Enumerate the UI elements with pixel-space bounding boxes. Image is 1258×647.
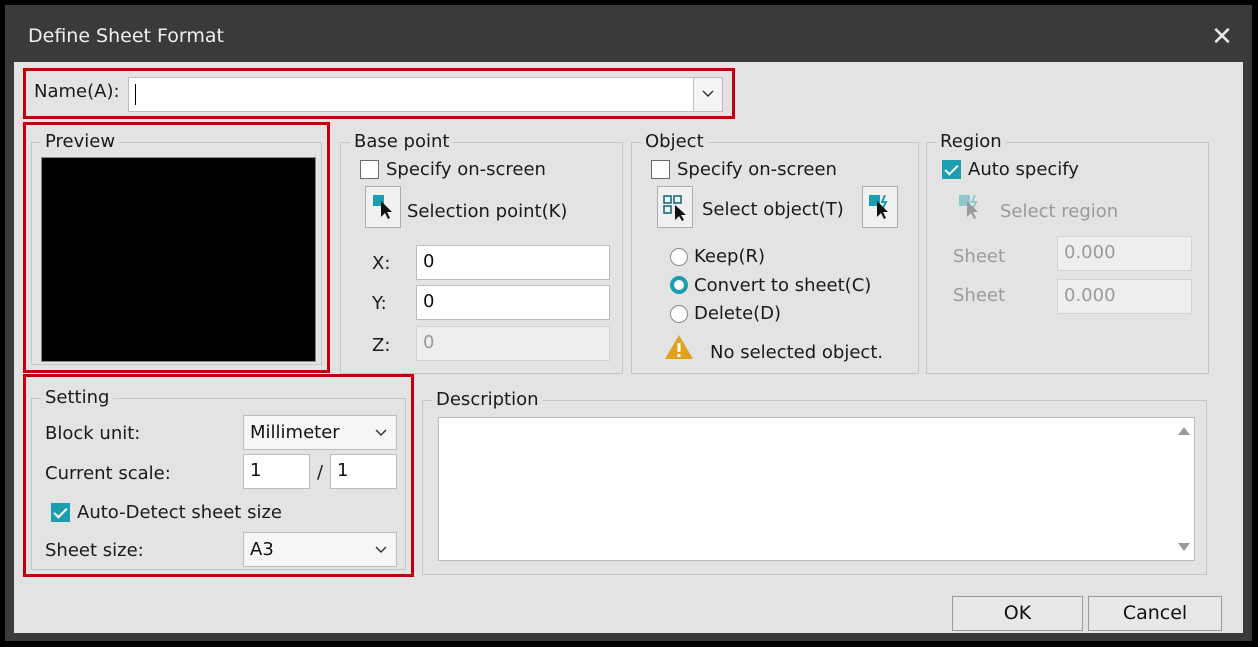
y-input[interactable]: 0 <box>416 285 610 320</box>
select-object-label: Select object(T) <box>702 199 844 220</box>
setting-label: Setting <box>41 387 114 408</box>
scale-denominator-input[interactable]: 1 <box>330 454 397 489</box>
dialog-window: Define Sheet Format ✕ Name(A): Preview B… <box>5 5 1252 641</box>
selection-point-button[interactable] <box>365 186 401 228</box>
delete-label: Delete(D) <box>694 303 782 324</box>
chevron-down-icon <box>702 90 714 98</box>
description-scrollbar[interactable] <box>1174 418 1194 560</box>
cancel-button[interactable]: Cancel <box>1088 596 1222 631</box>
select-object-button[interactable] <box>657 186 693 228</box>
description-textarea[interactable] <box>438 417 1195 561</box>
sheet1-input: 0.000 <box>1057 236 1192 271</box>
sheet-size-label: Sheet size: <box>45 540 144 561</box>
pick-point-icon <box>373 195 392 219</box>
scale-numerator-input[interactable]: 1 <box>243 454 310 489</box>
convert-radio[interactable] <box>670 276 688 294</box>
select-region-label: Select region <box>1000 201 1119 222</box>
base-point-specify-label: Specify on-screen <box>386 159 546 180</box>
selection-point-label: Selection point(K) <box>407 201 568 222</box>
preview-canvas <box>41 157 316 362</box>
auto-specify-checkbox[interactable] <box>942 160 961 179</box>
window-title: Define Sheet Format <box>28 25 224 47</box>
scroll-down-icon[interactable] <box>1178 543 1190 551</box>
close-icon[interactable]: ✕ <box>1202 19 1242 55</box>
quick-select-icon <box>869 195 888 219</box>
sheet2-label: Sheet <box>953 285 1006 306</box>
name-label: Name(A): <box>34 81 120 102</box>
quick-select-button[interactable] <box>862 186 898 228</box>
name-dropdown-button[interactable] <box>693 78 722 111</box>
scroll-up-icon[interactable] <box>1178 427 1190 435</box>
keep-label: Keep(R) <box>694 246 766 267</box>
keep-radio[interactable] <box>670 248 688 266</box>
title-bar[interactable]: Define Sheet Format ✕ <box>5 5 1252 62</box>
sheet-size-select[interactable]: A3 <box>243 532 397 567</box>
block-unit-label: Block unit: <box>45 423 141 444</box>
sheet2-input: 0.000 <box>1057 279 1192 314</box>
region-label: Region <box>936 131 1006 152</box>
preview-label: Preview <box>41 131 120 152</box>
chevron-down-icon <box>375 429 387 437</box>
sheet-size-value: A3 <box>250 539 274 560</box>
base-point-label: Base point <box>350 131 454 152</box>
sheet1-label: Sheet <box>953 246 1006 267</box>
warning-icon <box>665 335 693 359</box>
object-label: Object <box>641 131 708 152</box>
y-label: Y: <box>372 293 387 314</box>
auto-detect-label: Auto-Detect sheet size <box>77 502 282 523</box>
text-caret <box>135 84 136 105</box>
z-label: Z: <box>372 335 391 356</box>
z-input: 0 <box>416 326 610 361</box>
dialog-client: Name(A): Preview Base point Specify on-s… <box>14 62 1243 633</box>
x-label: X: <box>372 253 391 274</box>
object-status: No selected object. <box>710 342 884 363</box>
select-region-icon <box>959 195 978 219</box>
block-unit-value: Millimeter <box>250 422 340 443</box>
delete-radio[interactable] <box>670 305 688 323</box>
block-unit-select[interactable]: Millimeter <box>243 415 397 450</box>
select-object-icon <box>663 195 686 221</box>
current-scale-label: Current scale: <box>45 463 171 484</box>
name-combobox[interactable] <box>128 77 723 112</box>
ok-button[interactable]: OK <box>952 596 1083 631</box>
select-region-button <box>952 186 988 228</box>
object-specify-label: Specify on-screen <box>677 159 837 180</box>
scale-separator: / <box>317 462 324 483</box>
object-specify-checkbox[interactable] <box>651 160 670 179</box>
description-label: Description <box>432 389 543 410</box>
convert-label: Convert to sheet(C) <box>694 275 872 296</box>
chevron-down-icon <box>375 546 387 554</box>
x-input[interactable]: 0 <box>416 245 610 280</box>
base-point-specify-checkbox[interactable] <box>360 160 379 179</box>
auto-detect-checkbox[interactable] <box>51 503 70 522</box>
auto-specify-label: Auto specify <box>968 159 1079 180</box>
